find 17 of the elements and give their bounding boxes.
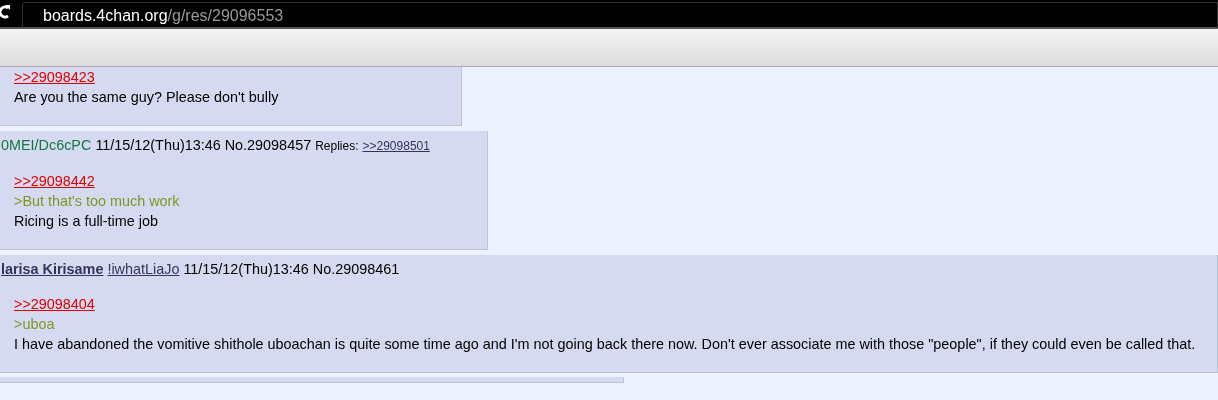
replies-label: Replies: (315, 139, 359, 153)
reload-icon[interactable] (0, 3, 10, 20)
poster-name[interactable]: larisa Kirisame (1, 260, 104, 277)
quote-link[interactable]: >>29098423 (14, 69, 95, 85)
greentext-line: >uboa (14, 316, 55, 333)
quote-link[interactable]: >>29098442 (14, 172, 95, 189)
post-date-number: 11/15/12(Thu)13:46 No.29098461 (183, 260, 400, 277)
quote-link[interactable]: >>29098404 (14, 296, 95, 313)
post-text: I have abandoned the vomitive shithole uboachan is quite some time ago and I'm not going back there now. Don't ever associate me with those "people", if they could even be called that. (14, 336, 1196, 353)
reply-link[interactable]: >>29098501 (362, 139, 430, 153)
tripcode: 0MEI/Dc6cPC (1, 137, 92, 153)
post-text: Ricing is a full-time job (14, 212, 158, 229)
post-text: Are you the same guy? Please don't bully (14, 89, 279, 105)
tripcode[interactable]: !iwhatLiaJo (107, 260, 180, 277)
greentext-line: >But that's too much work (14, 192, 180, 209)
address-bar[interactable]: boards.4chan.org/g/res/29096553 (22, 2, 1218, 28)
post-date-number: 11/15/12(Thu)13:46 No.29098457 (95, 137, 312, 153)
